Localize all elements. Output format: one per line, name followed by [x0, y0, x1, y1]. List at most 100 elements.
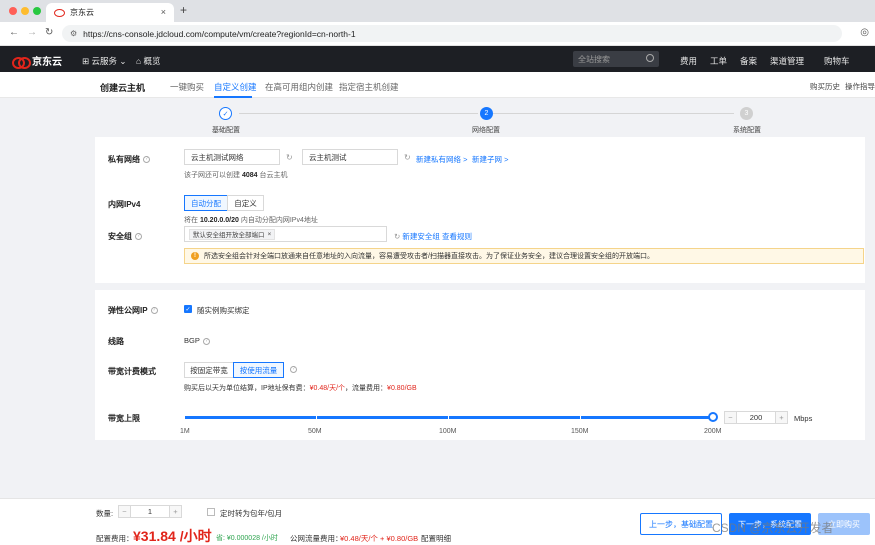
new-security-group-link[interactable]: ↻ 新建安全组	[394, 231, 440, 242]
traffic-fee-value: ¥0.48/天/个 + ¥0.80/GB	[340, 534, 419, 543]
tab-quick-buy[interactable]: 一键购买	[170, 81, 204, 93]
back-arrow-icon[interactable]: ←	[9, 27, 19, 38]
quantity-stepper[interactable]: − 1 +	[118, 505, 182, 518]
line-value: BGP?	[184, 336, 210, 345]
global-search-input[interactable]: 全站搜索	[573, 51, 659, 67]
nav-item-tickets[interactable]: 工单	[710, 55, 727, 67]
refresh-subnet-icon[interactable]: ↻	[404, 153, 411, 162]
help-icon[interactable]: ?	[202, 337, 210, 345]
brand-logo[interactable]: 京东云	[12, 53, 62, 69]
step-connector	[493, 113, 734, 114]
tab-ha-group-create[interactable]: 在高可用组内创建	[265, 81, 333, 93]
new-subnet-link[interactable]: 新建子网 >	[472, 154, 508, 165]
help-icon[interactable]: ?	[143, 156, 150, 164]
page-subheader: 创建云主机 一键购买 自定义创建 在高可用组内创建 指定宿主机创建 购买历史 操…	[0, 72, 875, 98]
step-label-basic: 基础配置	[212, 127, 240, 134]
fee-label: 配置费用：	[96, 534, 134, 543]
view-rules-link[interactable]: 查看规则	[442, 231, 472, 242]
quantity-decrease-button[interactable]: −	[119, 506, 131, 517]
grid-icon: ⊞	[82, 56, 90, 66]
slider-label: 100M	[439, 428, 457, 435]
tab-dedicated-host-create[interactable]: 指定宿主机创建	[339, 81, 399, 93]
quantity-value[interactable]: 1	[131, 506, 169, 517]
help-icon[interactable]: ?	[135, 233, 142, 241]
step-number-pending: 3	[740, 107, 753, 120]
nav-item-cart[interactable]: 购物车	[824, 55, 850, 67]
slider-label: 1M	[180, 428, 190, 435]
eip-label: 弹性公网IP?	[108, 305, 158, 316]
prev-step-button[interactable]: 上一步，基础配置	[640, 513, 722, 535]
billing-fixed-option[interactable]: 按固定带宽	[184, 362, 234, 378]
bandwidth-slider-track[interactable]	[185, 416, 714, 419]
new-vpc-link[interactable]: 新建私有网络 >	[416, 154, 467, 165]
bandwidth-value[interactable]: 200	[737, 412, 775, 423]
browser-tab[interactable]: 京东云 ×	[46, 3, 174, 22]
url-text: https://cns-console.jdcloud.com/compute/…	[83, 28, 356, 39]
cloud-services-label: 云服务	[91, 56, 118, 66]
nav-item-filing[interactable]: 备案	[740, 55, 757, 67]
ipv4-label: 内网IPv4	[108, 200, 141, 209]
tag-close-icon[interactable]: ×	[268, 231, 272, 238]
renew-checkbox[interactable]	[207, 508, 215, 516]
tab-custom-create[interactable]: 自定义创建	[214, 81, 257, 93]
cloud-services-menu[interactable]: ⊞ 云服务 ⌄	[82, 55, 127, 67]
quantity-increase-button[interactable]: +	[169, 506, 181, 517]
security-warning-banner: ! 所选安全组会针对全端口放通来自任意地址的入向流量，容易遭受攻击者/扫描器直接…	[184, 248, 864, 264]
overview-link[interactable]: ⌂ 概览	[136, 55, 161, 67]
overview-label: 概览	[143, 56, 161, 66]
forward-arrow-icon[interactable]: →	[27, 27, 37, 38]
purchase-history-link[interactable]: 购买历史	[810, 81, 840, 92]
slider-label: 200M	[704, 428, 722, 435]
config-detail-link[interactable]: 配置明细	[421, 533, 451, 544]
billing-traffic-option[interactable]: 按使用流量	[233, 362, 284, 378]
create-steps: ✓ 基础配置 2 网络配置 3 系统配置	[95, 104, 865, 136]
watermark: CSDN @京东云开发者	[712, 521, 834, 535]
page-title: 创建云主机	[100, 83, 146, 93]
refresh-vpc-icon[interactable]: ↻	[286, 153, 293, 162]
ipv4-auto-option[interactable]: 自动分配	[184, 195, 228, 211]
close-window-button[interactable]	[9, 7, 17, 15]
slider-label: 150M	[571, 428, 589, 435]
subnet-capacity-hint: 该子网还可以创建 4084 台云主机	[184, 172, 288, 179]
fee-value: ¥31.84 /小时	[133, 528, 212, 544]
jdcloud-favicon-icon	[54, 8, 65, 17]
billing-hint: 购买后以天为单位结算，IP地址保有费：¥0.48/天/个，流量费用：¥0.80/…	[184, 385, 417, 392]
saved-amount: 省: ¥0.000028 /小时	[216, 535, 278, 542]
tab-title: 京东云	[70, 8, 94, 17]
extension-icon[interactable]: ◎	[860, 27, 869, 38]
reload-icon[interactable]: ↻	[45, 27, 53, 38]
bandwidth-slider-handle[interactable]	[708, 412, 718, 422]
tab-close-icon[interactable]: ×	[161, 7, 166, 17]
site-info-icon[interactable]: ⚙	[70, 29, 77, 38]
help-icon[interactable]: ?	[150, 307, 158, 315]
bandwidth-decrease-button[interactable]: −	[725, 412, 737, 423]
operation-guide-link[interactable]: 操作指导	[845, 81, 875, 92]
search-icon[interactable]	[646, 54, 654, 62]
eip-bind-checkbox[interactable]: ✓	[184, 305, 192, 313]
new-tab-button[interactable]: +	[180, 3, 187, 17]
bandwidth-increase-button[interactable]: +	[775, 412, 787, 423]
nav-item-channel[interactable]: 渠道管理	[770, 55, 804, 67]
minimize-window-button[interactable]	[21, 7, 29, 15]
vpc-value: 云主机测试网络	[191, 152, 244, 162]
warning-icon: !	[191, 252, 199, 260]
security-group-select[interactable]: 默认安全组开放全部端口 ×	[184, 226, 387, 242]
eip-bind-label: 随实例购买绑定	[197, 306, 250, 315]
quantity-label: 数量:	[96, 509, 114, 518]
refresh-icon: ↻	[394, 232, 401, 241]
url-input[interactable]: ⚙ https://cns-console.jdcloud.com/comput…	[62, 25, 842, 42]
vpc-select[interactable]: 云主机测试网络	[184, 149, 280, 165]
traffic-fee-label: 公网流量费用：	[290, 534, 343, 543]
bandwidth-stepper[interactable]: − 200 +	[724, 411, 788, 424]
nav-item-billing[interactable]: 费用	[680, 55, 697, 67]
console-top-nav: 京东云 ⊞ 云服务 ⌄ ⌂ 概览 全站搜索 费用 工单 备案 渠道管理 购物车	[0, 46, 875, 72]
chevron-down-icon: ⌄	[119, 56, 127, 66]
help-icon[interactable]: ?	[290, 366, 297, 373]
bandwidth-unit: Mbps	[794, 414, 813, 423]
step-number-active: 2	[480, 107, 493, 120]
maximize-window-button[interactable]	[33, 7, 41, 15]
slider-label: 50M	[308, 428, 322, 435]
subnet-select[interactable]: 云主机测试	[302, 149, 398, 165]
ipv4-custom-option[interactable]: 自定义	[227, 195, 264, 211]
slider-tick	[448, 415, 449, 420]
